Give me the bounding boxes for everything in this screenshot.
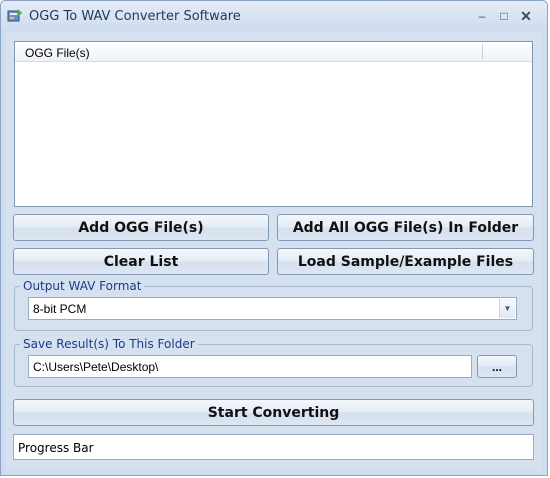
column-divider[interactable] [482,44,483,59]
save-folder-value: C:\Users\Pete\Desktop\ [33,360,159,374]
window-title: OGG To WAV Converter Software [29,9,241,24]
list-header: OGG File(s) [15,42,532,62]
output-format-legend: Output WAV Format [23,279,142,293]
browse-folder-button[interactable]: ... [477,355,517,378]
add-ogg-files-button[interactable]: Add OGG File(s) [13,214,269,241]
save-folder-input[interactable]: C:\Users\Pete\Desktop\ [28,355,472,378]
main-panel: OGG File(s) Add OGG File(s) Add All OGG … [6,31,543,471]
start-converting-button[interactable]: Start Converting [13,399,534,426]
chevron-down-icon[interactable]: ▼ [499,299,515,318]
clear-list-button[interactable]: Clear List [13,248,269,275]
app-window: OGG To WAV Converter Software – □ ✕ OGG … [0,0,548,476]
add-folder-button[interactable]: Add All OGG File(s) In Folder [277,214,534,241]
ogg-file-list[interactable]: OGG File(s) [14,41,533,207]
app-icon [7,8,23,24]
load-samples-button[interactable]: Load Sample/Example Files [277,248,534,275]
progress-label: Progress Bar [18,441,94,455]
output-format-value: 8-bit PCM [33,302,87,316]
output-format-select[interactable]: 8-bit PCM ▼ [28,297,517,320]
save-folder-legend: Save Result(s) To This Folder [23,337,195,351]
minimize-button[interactable]: – [471,7,493,25]
column-header-ogg-files[interactable]: OGG File(s) [25,46,90,60]
close-button[interactable]: ✕ [515,7,537,25]
maximize-button[interactable]: □ [493,7,515,25]
title-bar[interactable]: OGG To WAV Converter Software – □ ✕ [1,1,547,31]
progress-bar: Progress Bar [13,434,534,460]
